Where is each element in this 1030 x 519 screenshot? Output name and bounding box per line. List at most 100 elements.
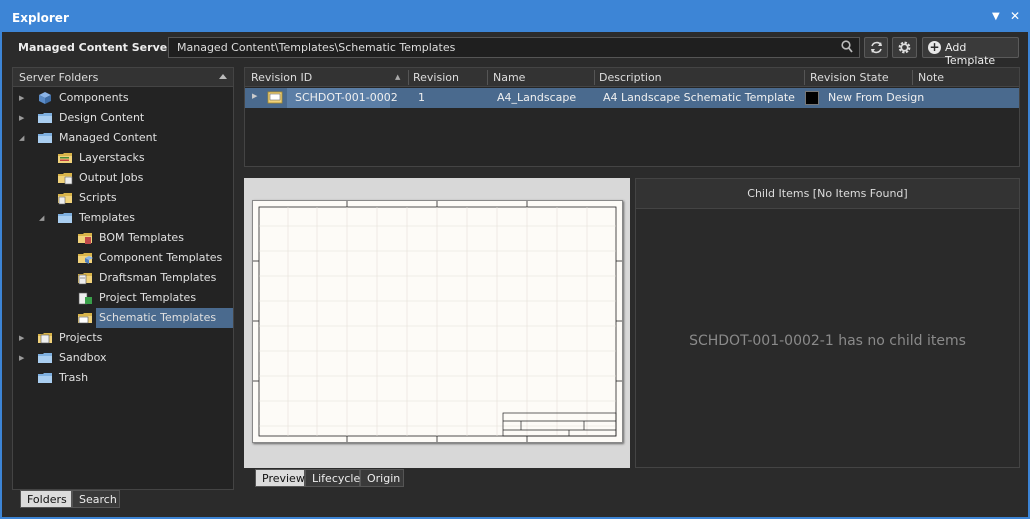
tree-item-label: Schematic Templates (99, 311, 217, 324)
project-template-folder-icon (78, 292, 92, 305)
tree-item-label: Component Templates (99, 251, 223, 264)
table-row[interactable]: ▶ SCHDOT-001-0002 1 A4_Landscape A4 Land… (245, 88, 1019, 108)
collapse-arrow-icon[interactable]: ◢ (39, 208, 44, 228)
refresh-button[interactable] (864, 37, 888, 58)
tree-item-schematic-templates[interactable]: Schematic Templates (96, 308, 233, 328)
tab-preview[interactable]: Preview (255, 469, 305, 487)
add-template-label: Add Template (945, 41, 996, 67)
tab-origin[interactable]: Origin (360, 469, 404, 487)
tree-item-label: Project Templates (99, 291, 197, 304)
cell-revision-id: SCHDOT-001-0002 (295, 91, 398, 104)
column-divider[interactable] (804, 70, 805, 85)
tab-lifecycle[interactable]: Lifecycle (305, 469, 360, 487)
gear-icon (898, 41, 911, 54)
tree-item-label: Trash (59, 371, 89, 384)
outputjob-folder-icon (58, 173, 73, 185)
revisions-grid: Revision ID ▲ Revision Name Description … (244, 67, 1020, 167)
preview-panel (244, 178, 630, 468)
tree-item-label: Layerstacks (79, 151, 145, 164)
tree-item-templates[interactable]: ◢ Templates (13, 208, 233, 228)
column-divider[interactable] (912, 70, 913, 85)
tree-item-label: Draftsman Templates (99, 271, 217, 284)
plus-circle-icon: + (928, 40, 941, 54)
tree-item-label: Design Content (59, 111, 145, 124)
schematic-sheet-drawing (253, 201, 622, 442)
settings-button[interactable] (892, 37, 917, 58)
tree-item-bom-templates[interactable]: BOM Templates (13, 228, 233, 248)
expand-arrow-icon[interactable]: ▶ (19, 348, 24, 368)
column-divider[interactable] (594, 70, 595, 85)
add-template-button[interactable]: + Add Template (922, 37, 1019, 67)
layerstack-folder-icon (58, 153, 72, 163)
server-label: Managed Content Server (18, 41, 173, 54)
draftsman-template-folder-icon (78, 273, 92, 285)
tree-item-component-templates[interactable]: Component Templates (13, 248, 233, 268)
tree-item-label: Output Jobs (79, 171, 144, 184)
tree-item-project-templates[interactable]: Project Templates (13, 288, 233, 308)
path-input[interactable]: Managed Content\Templates\Schematic Temp… (168, 37, 860, 58)
expand-arrow-icon[interactable]: ▶ (19, 328, 24, 348)
tab-folders[interactable]: Folders (20, 490, 72, 508)
server-folders-header: Server Folders (13, 68, 233, 87)
search-icon[interactable] (841, 40, 853, 54)
tree-item-trash[interactable]: Trash (13, 368, 233, 388)
tree-item-managed-content[interactable]: ◢ Managed Content (13, 128, 233, 148)
column-divider[interactable] (408, 70, 409, 85)
folder-icon (38, 353, 52, 363)
tree-item-label: Projects (59, 331, 103, 344)
folder-icon (38, 373, 52, 383)
sort-up-icon: ▲ (395, 73, 401, 81)
tree-item-label: BOM Templates (99, 231, 184, 244)
tree-item-label: Scripts (79, 191, 117, 204)
tree-item-label: Sandbox (59, 351, 107, 364)
column-revision-state[interactable]: Revision State (810, 71, 889, 84)
component-template-folder-icon (78, 253, 93, 264)
cell-name: A4_Landscape (497, 91, 577, 104)
tab-search[interactable]: Search (72, 490, 120, 508)
collapse-arrow-icon[interactable]: ◢ (19, 128, 24, 148)
tree-item-label: Templates (79, 211, 135, 224)
refresh-icon (871, 41, 882, 54)
tree-item-layerstacks[interactable]: Layerstacks (13, 148, 233, 168)
toolbar: Managed Content Server▼ Managed Content\… (2, 32, 1028, 67)
state-color-swatch (805, 91, 819, 105)
tree-item-draftsman-templates[interactable]: Draftsman Templates (13, 268, 233, 288)
column-description[interactable]: Description (599, 71, 662, 84)
grid-header: Revision ID ▲ Revision Name Description … (245, 68, 1019, 87)
path-text: Managed Content\Templates\Schematic Temp… (177, 41, 456, 54)
tree-item-sandbox[interactable]: ▶ Sandbox (13, 348, 233, 368)
sort-up-icon[interactable] (219, 74, 227, 79)
title-bar: Explorer ▼ ✕ (2, 2, 1028, 32)
tree-item-scripts[interactable]: Scripts (13, 188, 233, 208)
folder-icon (38, 133, 52, 143)
expand-arrow-icon[interactable]: ▶ (19, 88, 24, 108)
folder-icon (58, 213, 72, 223)
server-folders-panel: Server Folders ▶ Components ▶ Design Con… (12, 67, 234, 490)
schematic-sheet-preview (252, 200, 623, 443)
child-items-panel: Child Items [No Items Found] SCHDOT-001-… (635, 178, 1020, 468)
column-revision-id[interactable]: Revision ID (251, 71, 312, 84)
column-note[interactable]: Note (918, 71, 944, 84)
projects-icon (38, 333, 52, 344)
column-name[interactable]: Name (493, 71, 525, 84)
server-folders-title: Server Folders (19, 71, 99, 84)
tree-item-components[interactable]: ▶ Components (13, 88, 233, 108)
tree-item-projects[interactable]: ▶ Projects (13, 328, 233, 348)
server-selector[interactable]: Managed Content Server▼ (18, 41, 182, 54)
cell-description: A4 Landscape Schematic Template (603, 91, 795, 104)
tree-item-label: Components (59, 91, 129, 104)
expand-arrow-icon[interactable]: ▶ (252, 92, 257, 100)
column-divider[interactable] (487, 70, 488, 85)
expand-arrow-icon[interactable]: ▶ (19, 108, 24, 128)
components-icon (39, 92, 51, 104)
column-revision[interactable]: Revision (413, 71, 459, 84)
dropdown-arrow-icon[interactable]: ▼ (992, 11, 1000, 22)
explorer-window: Explorer ▼ ✕ Managed Content Server▼ Man… (0, 0, 1030, 519)
tree-item-design-content[interactable]: ▶ Design Content (13, 108, 233, 128)
tree-item-output-jobs[interactable]: Output Jobs (13, 168, 233, 188)
bom-template-folder-icon (78, 233, 92, 244)
child-items-empty-message: SCHDOT-001-0002-1 has no child items (689, 333, 966, 349)
script-folder-icon (58, 193, 72, 205)
close-icon[interactable]: ✕ (1010, 9, 1020, 23)
tree-item-label: Managed Content (59, 131, 157, 144)
